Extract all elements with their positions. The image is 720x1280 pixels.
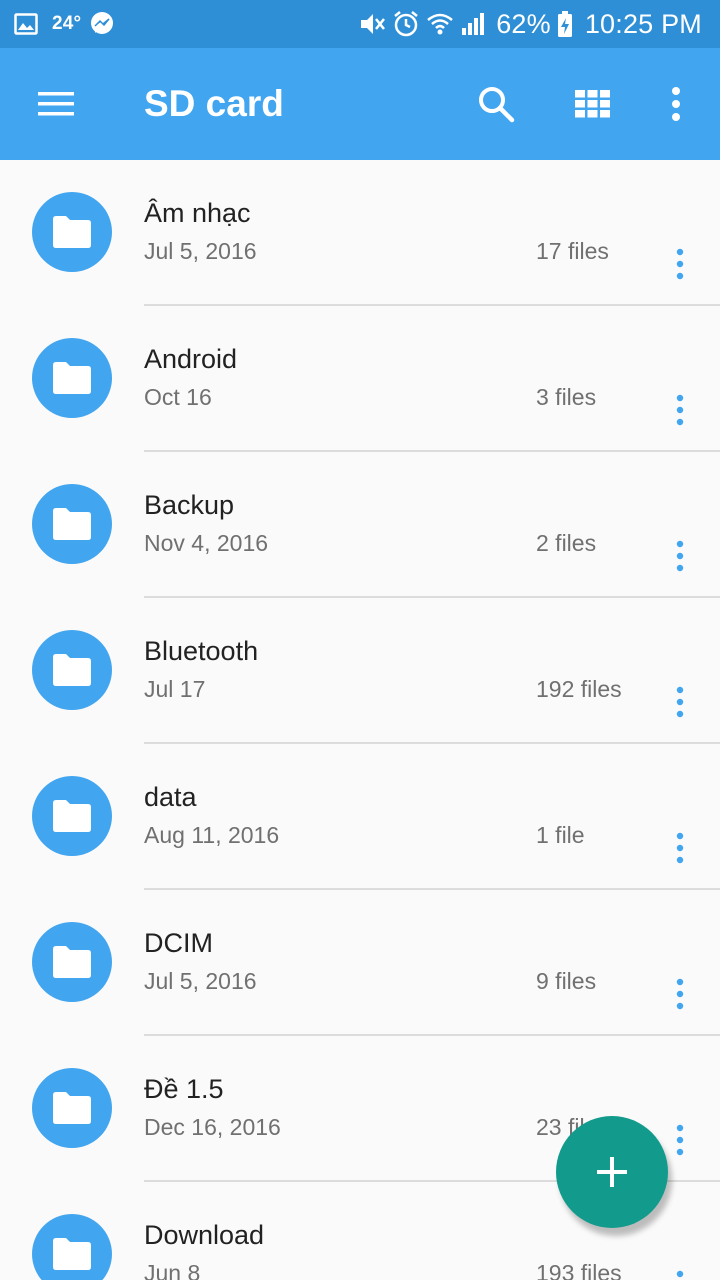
folder-name: data — [144, 782, 197, 812]
list-item[interactable]: Âm nhạc Jul 5, 2016 17 files — [0, 160, 720, 306]
item-more-button[interactable] — [660, 680, 700, 724]
folder-name: Bluetooth — [144, 636, 259, 666]
file-count: 2 files — [536, 530, 597, 556]
mute-icon — [358, 11, 386, 37]
page-title: SD card — [144, 83, 284, 124]
screen: 24° 62% 10:25 PM SD card Âm nhạc Jul 5, … — [0, 0, 720, 1280]
item-more-button[interactable] — [660, 972, 700, 1016]
item-more-button[interactable] — [660, 826, 700, 870]
file-count: 192 files — [536, 676, 622, 702]
folder-name: Âm nhạc — [144, 198, 251, 228]
folder-avatar — [32, 338, 112, 418]
grid-view-button[interactable] — [565, 76, 621, 132]
folder-name: Download — [144, 1220, 265, 1250]
wifi-icon — [426, 11, 454, 37]
signal-icon — [460, 11, 486, 37]
menu-button[interactable] — [28, 80, 84, 128]
item-more-button[interactable] — [660, 1118, 700, 1162]
more-vert-icon — [676, 978, 684, 1010]
folder-date: Oct 16 — [144, 384, 212, 410]
file-count: 9 files — [536, 968, 597, 994]
more-vert-icon — [676, 394, 684, 426]
status-bar: 24° 62% 10:25 PM — [0, 0, 720, 48]
file-count: 193 files — [536, 1260, 622, 1280]
folder-date: Jul 5, 2016 — [144, 968, 257, 994]
item-more-button[interactable] — [660, 534, 700, 578]
folder-icon — [53, 216, 91, 248]
messenger-icon — [89, 11, 115, 37]
add-button[interactable] — [556, 1116, 668, 1228]
more-vert-icon — [676, 540, 684, 572]
item-more-button[interactable] — [660, 388, 700, 432]
alarm-icon — [392, 10, 420, 38]
folder-avatar — [32, 192, 112, 272]
item-more-button[interactable] — [660, 242, 700, 286]
item-more-button[interactable] — [660, 1264, 700, 1280]
app-bar: SD card — [0, 48, 720, 160]
more-vert-icon — [676, 248, 684, 280]
folder-date: Jul 5, 2016 — [144, 238, 257, 264]
search-icon — [479, 87, 515, 123]
file-count: 3 files — [536, 384, 597, 410]
folder-icon — [53, 654, 91, 686]
folder-icon — [53, 800, 91, 832]
folder-date: Aug 11, 2016 — [144, 822, 280, 848]
more-vert-icon — [672, 87, 680, 121]
folder-name: Android — [144, 344, 238, 374]
folder-date: Dec 16, 2016 — [144, 1114, 281, 1140]
temperature: 24° — [52, 13, 82, 34]
gallery-icon — [14, 13, 38, 35]
folder-name: Backup — [144, 490, 235, 520]
more-options-button[interactable] — [648, 76, 704, 132]
folder-avatar — [32, 630, 112, 710]
grid-view-icon — [575, 90, 610, 118]
folder-date: Nov 4, 2016 — [144, 530, 269, 556]
clock-time: 10:25 PM — [584, 8, 702, 39]
status-left: 24° — [14, 0, 121, 48]
more-vert-icon — [676, 832, 684, 864]
folder-avatar — [32, 922, 112, 1002]
folder-date: Jul 17 — [144, 676, 206, 702]
plus-icon — [597, 1157, 627, 1187]
list-item[interactable]: Bluetooth Jul 17 192 files — [0, 598, 720, 744]
file-count: 1 file — [536, 822, 585, 848]
battery-charging-icon — [557, 10, 573, 38]
menu-icon — [38, 92, 74, 116]
folder-name: DCIM — [144, 928, 213, 958]
list-item[interactable]: Android Oct 16 3 files — [0, 306, 720, 452]
more-vert-icon — [676, 1270, 684, 1278]
list-item[interactable]: Backup Nov 4, 2016 2 files — [0, 452, 720, 598]
list-item[interactable]: data Aug 11, 2016 1 file — [0, 744, 720, 890]
folder-date: Jun 8 — [144, 1260, 201, 1280]
more-vert-icon — [676, 686, 684, 718]
folder-avatar — [32, 1214, 112, 1280]
folder-avatar — [32, 484, 112, 564]
folder-avatar — [32, 1068, 112, 1148]
folder-icon — [53, 362, 91, 394]
folder-icon — [53, 1092, 91, 1124]
folder-icon — [53, 946, 91, 978]
file-count: 17 files — [536, 238, 609, 264]
file-list: Âm nhạc Jul 5, 2016 17 files Android Oct… — [0, 160, 720, 1280]
folder-name: Đề 1.5 — [144, 1074, 224, 1104]
list-item[interactable]: DCIM Jul 5, 2016 9 files — [0, 890, 720, 1036]
status-right: 62% 10:25 PM — [358, 0, 702, 48]
search-button[interactable] — [468, 76, 524, 132]
more-vert-icon — [676, 1124, 684, 1156]
folder-icon — [53, 1238, 91, 1270]
folder-icon — [53, 508, 91, 540]
battery-percent: 62% — [496, 8, 551, 39]
folder-avatar — [32, 776, 112, 856]
